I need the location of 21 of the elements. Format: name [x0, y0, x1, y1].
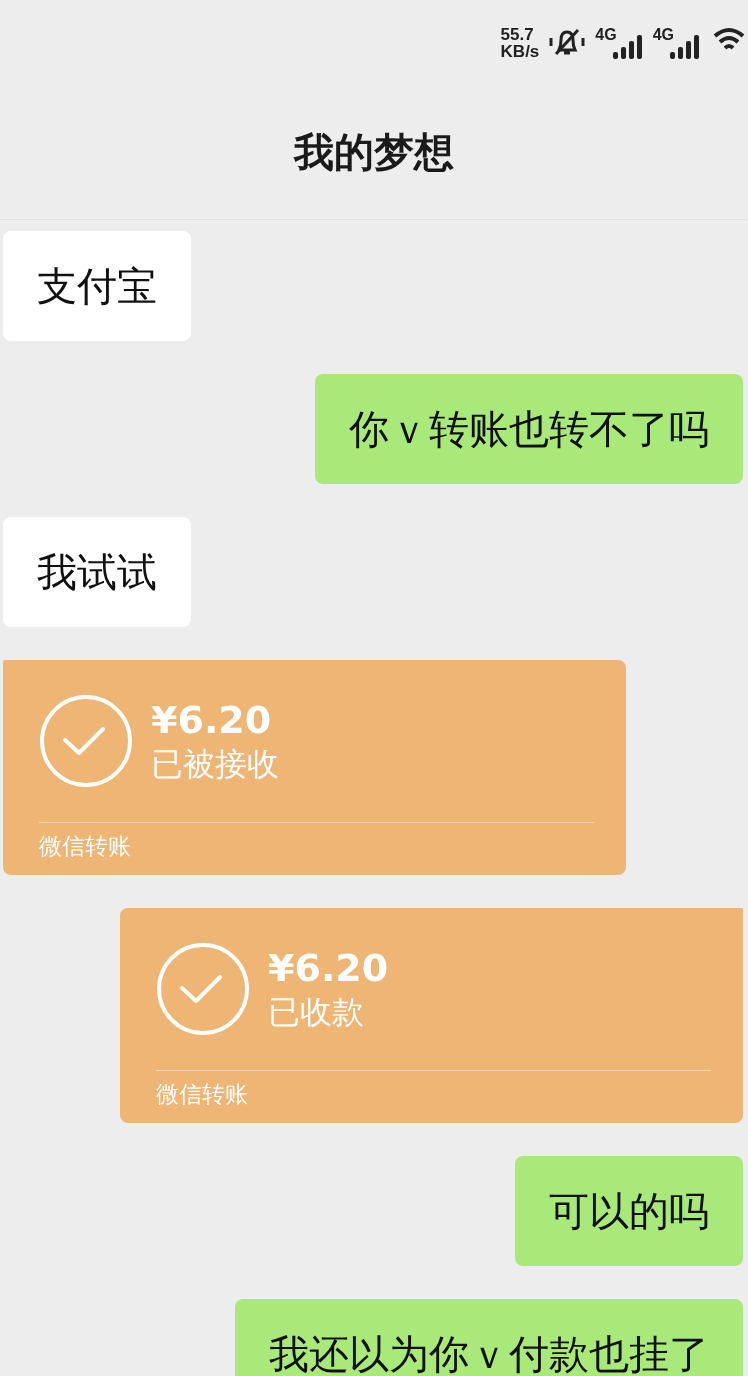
network-speed: 55.7 — [500, 26, 535, 43]
transfer-label: 微信转账 — [39, 833, 131, 859]
transfer-status: 已被接收 — [151, 744, 279, 785]
message-bubble: 可以的吗 — [515, 1156, 743, 1266]
transfer-card[interactable]: ¥6.20 已被接收 微信转账 — [3, 660, 626, 875]
transfer-status: 已收款 — [268, 992, 365, 1033]
network-type: 4G — [652, 26, 674, 44]
chat-title: 我的梦想 — [294, 128, 454, 177]
message-bubble: 支付宝 — [3, 231, 191, 341]
message-bubble: 我还以为你ｖ付款也挂了 — [235, 1299, 743, 1376]
check-circle-icon — [156, 942, 250, 1036]
transfer-amount: ¥6.20 — [151, 697, 273, 743]
network-type: 4G — [595, 26, 617, 44]
transfer-amount: ¥6.20 — [268, 945, 389, 991]
message-bubble: 我试试 — [3, 517, 191, 627]
transfer-label: 微信转账 — [156, 1081, 248, 1107]
message-bubble: 你ｖ转账也转不了吗 — [315, 374, 743, 484]
check-circle-icon — [39, 694, 133, 788]
network-speed-unit: KB/s — [500, 43, 540, 60]
transfer-card[interactable]: ¥6.20 已收款 微信转账 — [120, 908, 743, 1123]
muted-bell-icon — [547, 26, 588, 58]
